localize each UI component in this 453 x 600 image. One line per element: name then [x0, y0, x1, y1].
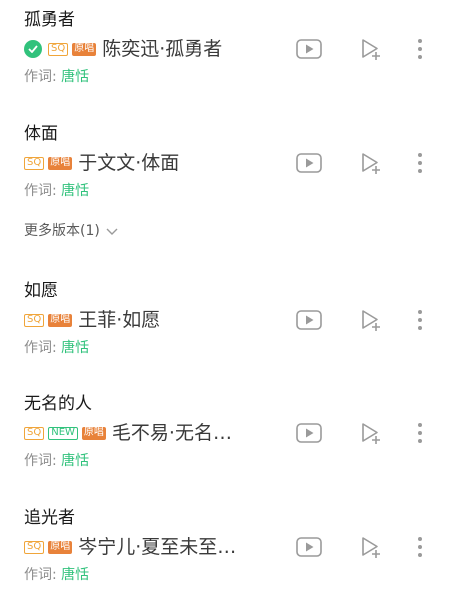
- more-versions-link[interactable]: 更多版本(1): [24, 221, 119, 241]
- original-badge: 原唱: [48, 313, 73, 327]
- more-vertical-icon: [418, 310, 422, 330]
- artist-title: 毛不易·无名…: [111, 422, 232, 444]
- add-to-playlist-icon: [362, 537, 380, 558]
- original-badge: 原唱: [72, 42, 97, 56]
- play-video-button[interactable]: [296, 306, 322, 334]
- artist-title: 王菲·如愿: [78, 309, 161, 331]
- lyricist-label: 作词:: [24, 453, 57, 469]
- original-badge: 原唱: [48, 540, 73, 554]
- lyricist-name[interactable]: 唐恬: [61, 453, 89, 469]
- lyricist-name[interactable]: 唐恬: [61, 567, 89, 583]
- add-to-playlist-button[interactable]: [360, 306, 384, 334]
- original-badge: 原唱: [81, 426, 106, 440]
- sq-badge: SQ: [48, 42, 69, 56]
- lyricist: 作词: 唐恬: [24, 339, 89, 357]
- lyricist-name[interactable]: 唐恬: [61, 183, 89, 199]
- sq-badge: SQ: [24, 426, 45, 440]
- add-to-playlist-button[interactable]: [360, 149, 384, 177]
- more-options-button[interactable]: [414, 419, 426, 447]
- sq-badge: SQ: [24, 156, 45, 170]
- lyricist-label: 作词:: [24, 183, 57, 199]
- lyricist-label: 作词:: [24, 567, 57, 583]
- more-options-button[interactable]: [414, 306, 426, 334]
- play-video-icon: [296, 153, 322, 173]
- lyricist: 作词: 唐恬: [24, 182, 89, 200]
- play-video-icon: [296, 39, 322, 59]
- add-to-playlist-button[interactable]: [360, 35, 384, 63]
- more-vertical-icon: [418, 39, 422, 59]
- lyricist-label: 作词:: [24, 69, 57, 85]
- artist-title: 于文文·体面: [78, 152, 180, 174]
- song-actions: [296, 35, 436, 63]
- song-meta: SQ 原唱 王菲·如愿: [24, 307, 160, 333]
- song-meta: SQ 原唱 陈奕迅·孤勇者: [24, 36, 222, 62]
- more-options-button[interactable]: [414, 35, 426, 63]
- play-video-button[interactable]: [296, 149, 322, 177]
- song-title: 体面: [24, 124, 58, 144]
- song-title: 追光者: [24, 508, 75, 528]
- song-actions: [296, 149, 436, 177]
- lyricist-name[interactable]: 唐恬: [61, 340, 89, 356]
- add-to-playlist-icon: [362, 39, 380, 60]
- check-circle-icon: [24, 40, 42, 58]
- song-actions: [296, 533, 436, 561]
- more-versions-label: 更多版本(1): [24, 223, 100, 239]
- play-video-button[interactable]: [296, 533, 322, 561]
- play-video-button[interactable]: [296, 419, 322, 447]
- artist-title: 岑宁儿·夏至未至…: [78, 536, 237, 558]
- original-badge: 原唱: [48, 156, 73, 170]
- song-title: 如愿: [24, 281, 58, 301]
- add-to-playlist-button[interactable]: [360, 533, 384, 561]
- play-video-icon: [296, 310, 322, 330]
- more-vertical-icon: [418, 423, 422, 443]
- more-options-button[interactable]: [414, 149, 426, 177]
- song-meta: SQ NEW 原唱 毛不易·无名…: [24, 420, 232, 446]
- add-to-playlist-icon: [362, 310, 380, 331]
- sq-badge: SQ: [24, 540, 45, 554]
- play-video-button[interactable]: [296, 35, 322, 63]
- play-video-icon: [296, 537, 322, 557]
- new-badge: NEW: [48, 426, 78, 440]
- add-to-playlist-button[interactable]: [360, 419, 384, 447]
- lyricist: 作词: 唐恬: [24, 452, 89, 470]
- more-options-button[interactable]: [414, 533, 426, 561]
- song-actions: [296, 306, 436, 334]
- song-meta: SQ 原唱 于文文·体面: [24, 150, 179, 176]
- lyricist-name[interactable]: 唐恬: [61, 69, 89, 85]
- song-meta: SQ 原唱 岑宁儿·夏至未至…: [24, 534, 236, 560]
- song-title: 孤勇者: [24, 10, 75, 30]
- sq-badge: SQ: [24, 313, 45, 327]
- chevron-down-icon: [106, 228, 118, 235]
- more-vertical-icon: [418, 537, 422, 557]
- add-to-playlist-icon: [362, 153, 380, 174]
- lyricist-label: 作词:: [24, 340, 57, 356]
- song-actions: [296, 419, 436, 447]
- song-title: 无名的人: [24, 394, 92, 414]
- lyricist: 作词: 唐恬: [24, 68, 89, 86]
- lyricist: 作词: 唐恬: [24, 566, 89, 584]
- more-vertical-icon: [418, 153, 422, 173]
- artist-title: 陈奕迅·孤勇者: [102, 38, 223, 60]
- play-video-icon: [296, 423, 322, 443]
- add-to-playlist-icon: [362, 423, 380, 444]
